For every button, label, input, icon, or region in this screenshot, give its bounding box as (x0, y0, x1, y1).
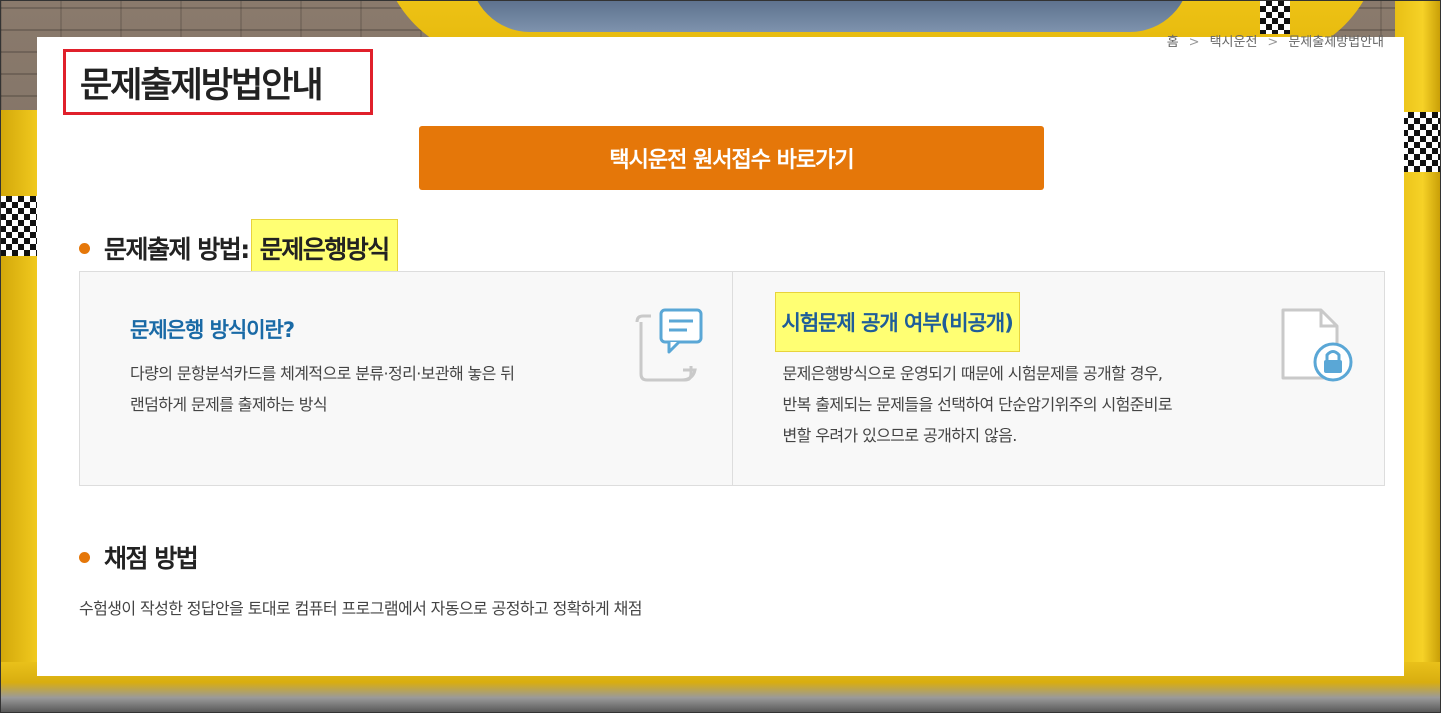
document-lock-icon (1279, 308, 1355, 388)
card-line: 다량의 문항분석카드를 체계적으로 분류·정리·보관해 놓은 뒤 (130, 364, 515, 383)
content-panel: 홈 > 택시운전 > 문제출제방법안내 문제출제방법안내 택시운전 원서접수 바로가기 … (37, 35, 1404, 676)
method-section-heading: 문제출제 방법: 문제은행방식 (79, 219, 398, 277)
breadcrumb-separator: > (1267, 35, 1279, 50)
info-card-question-bank: 문제은행 방식이란? 다량의 문항분석카드를 체계적으로 분류·정리·보관해 놓… (80, 272, 732, 485)
scoring-heading-text: 채점 방법 (104, 544, 199, 573)
info-card-disclosure: 시험문제 공개 여부(비공개) 문제은행방식으로 운영되기 때문에 시험문제를 … (731, 272, 1385, 485)
document-chat-icon (633, 308, 705, 388)
scoring-description: 수험생이 작성한 정답안을 토대로 컴퓨터 프로그램에서 자동으로 공정하고 정… (79, 599, 642, 618)
apply-shortcut-button[interactable]: 택시운전 원서접수 바로가기 (419, 126, 1044, 190)
card-line: 랜덤하게 문제를 출제하는 방식 (130, 395, 328, 414)
method-heading-highlight: 문제은행방식 (250, 219, 398, 277)
card-title: 문제은행 방식이란? (130, 318, 295, 342)
breadcrumb: 홈 > 택시운전 > 문제출제방법안내 (1167, 31, 1384, 50)
bullet-dot (79, 242, 90, 254)
page-title: 문제출제방법안내 (63, 49, 373, 115)
scoring-section-heading: 채점 방법 (79, 539, 199, 575)
breadcrumb-current: 문제출제방법안내 (1288, 35, 1384, 50)
method-heading-prefix: 문제출제 방법: (104, 235, 250, 264)
method-info-cards: 문제은행 방식이란? 다량의 문항분석카드를 체계적으로 분류·정리·보관해 놓… (79, 271, 1385, 486)
bullet-dot (79, 551, 90, 563)
card-description: 다량의 문항분석카드를 체계적으로 분류·정리·보관해 놓은 뒤 랜덤하게 문제… (130, 358, 610, 420)
breadcrumb-home[interactable]: 홈 (1167, 35, 1179, 50)
card-line: 변할 우려가 있으므로 공개하지 않음. (782, 426, 1018, 445)
card-title: 시험문제 공개 여부(비공개) (774, 292, 1020, 352)
card-line: 반복 출제되는 문제들을 선택하여 단순암기위주의 시험준비로 (782, 395, 1173, 414)
breadcrumb-separator: > (1188, 35, 1200, 50)
breadcrumb-category[interactable]: 택시운전 (1210, 35, 1258, 50)
card-description: 문제은행방식으로 운영되기 때문에 시험문제를 공개할 경우, 반복 출제되는 … (783, 358, 1273, 451)
card-line: 문제은행방식으로 운영되기 때문에 시험문제를 공개할 경우, (782, 364, 1164, 383)
